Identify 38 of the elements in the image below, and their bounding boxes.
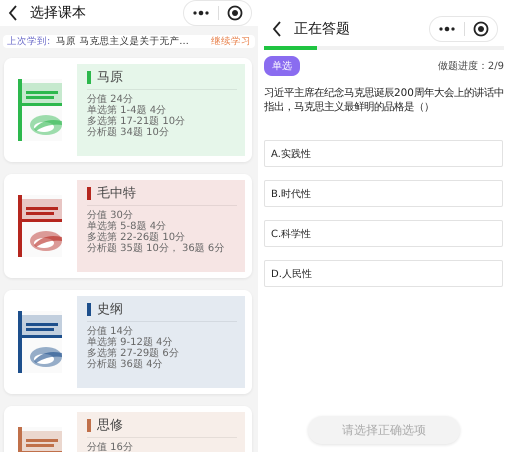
score-line: 单选第 9-12题 4分 — [87, 337, 174, 348]
close-icon[interactable] — [227, 5, 243, 21]
score-line: 分值 24分 — [87, 94, 134, 105]
score-line: 多选第 22-26题 10分 — [87, 232, 186, 243]
book-card[interactable]: 马原 分值 24分 单选第 1-4题 4分 多选第 17-21题 10分 分析题 34题 10分 — [4, 58, 252, 162]
score-line: 分值 30分 — [87, 210, 134, 221]
book-card[interactable]: 思修 分值 16分 — [4, 406, 252, 452]
book-title: 马原 — [97, 69, 123, 86]
score-line: 单选第 1-4题 4分 — [87, 105, 168, 116]
answer-option[interactable]: D.人民性 — [264, 260, 503, 287]
score-line: 分值 16分 — [87, 442, 134, 452]
score-line: 多选第 17-21题 10分 — [87, 116, 186, 127]
back-icon[interactable] — [272, 21, 282, 37]
book-title: 毛中特 — [97, 185, 136, 202]
book-card[interactable]: 史纲 分值 14分 单选第 9-12题 4分 多选第 27-29题 6分 分析题 36题 4分 — [4, 290, 252, 394]
score-line: 多选第 27-29题 6分 — [87, 348, 180, 359]
score-line: 分值 14分 — [87, 326, 134, 337]
score-line: 分析题 35题 10分， 36题 6分 — [87, 243, 226, 254]
answer-option[interactable]: B.时代性 — [264, 180, 503, 207]
page-title: 正在答题 — [294, 20, 351, 38]
question-type-tag: 单选 — [264, 56, 300, 76]
book-title: 思修 — [97, 417, 123, 434]
answer-option[interactable]: A.实践性 — [264, 140, 503, 167]
answer-option[interactable]: C.科学性 — [264, 220, 503, 247]
book-title: 史纲 — [97, 301, 123, 318]
score-line: 分析题 36题 4分 — [87, 359, 164, 370]
page-title: 选择课本 — [30, 4, 87, 22]
last-study-label: 上次学到: — [7, 35, 50, 48]
back-icon[interactable] — [8, 5, 18, 21]
progress-text: 做题进度：2/9 — [438, 60, 504, 73]
question-text: 习近平主席在纪念马克思诞辰200周年大会上的讲话中指出，马克思主义最鲜明的品格是（） — [264, 86, 504, 114]
score-line: 分析题 34题 10分 — [87, 127, 170, 138]
book-card[interactable]: 毛中特 分值 30分 单选第 5-8题 4分 多选第 22-26题 10分 分析题 35题 10分， 36题 6分 — [4, 174, 252, 278]
last-study-text: 马原 马克思主义是关于无产… — [56, 35, 190, 48]
close-icon[interactable] — [473, 21, 489, 37]
more-icon[interactable] — [192, 10, 210, 16]
score-line: 单选第 5-8题 4分 — [87, 221, 168, 232]
more-icon[interactable] — [438, 26, 456, 32]
